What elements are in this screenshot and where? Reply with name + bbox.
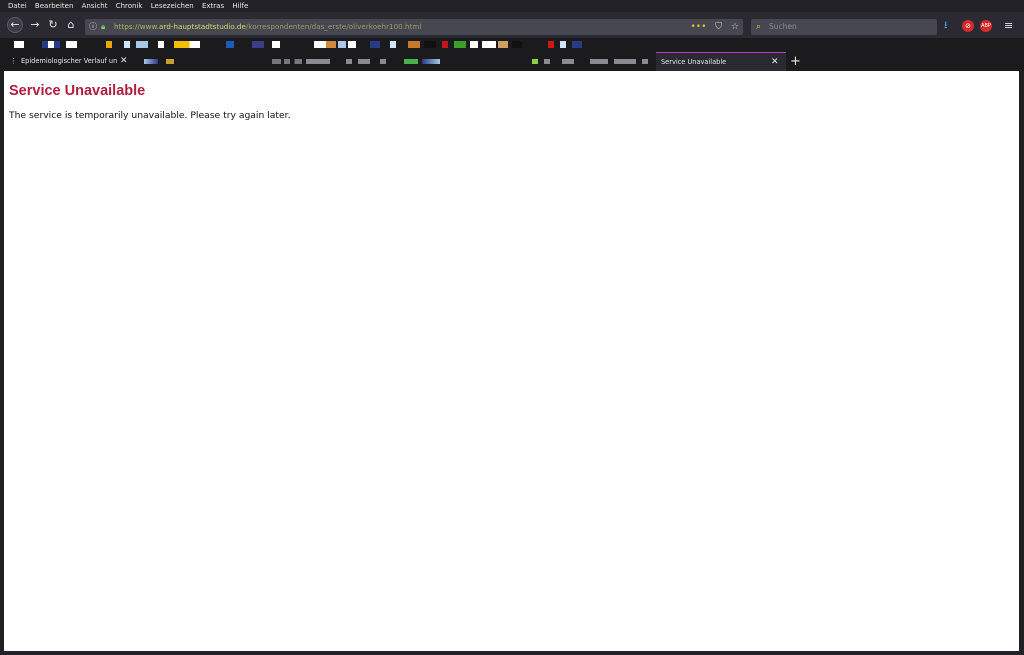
url-scheme: https://www. bbox=[114, 22, 160, 31]
tab-title: Service Unavailable bbox=[661, 58, 727, 66]
bookmark-favicon[interactable] bbox=[390, 41, 396, 48]
download-icon[interactable]: ⭳ bbox=[944, 18, 948, 34]
bookmark-favicon[interactable] bbox=[226, 41, 234, 48]
bookmarks-toolbar bbox=[0, 38, 1024, 52]
bookmark-favicon[interactable] bbox=[408, 41, 420, 48]
tab-title: Epidemiologischer Verlauf und bbox=[21, 57, 117, 65]
tab-page-icon: ⋮ bbox=[10, 57, 17, 65]
window-bottom-border bbox=[0, 651, 1024, 655]
menu-bar: Datei Bearbeiten Ansicht Chronik Lesezei… bbox=[0, 0, 1024, 12]
new-tab-button[interactable]: + bbox=[790, 52, 801, 71]
bookmark-favicon[interactable] bbox=[272, 41, 280, 48]
menu-tools[interactable]: Extras bbox=[202, 0, 224, 12]
bookmark-favicon[interactable] bbox=[348, 41, 356, 48]
tab-favicon[interactable] bbox=[422, 59, 440, 64]
tab-favicon[interactable] bbox=[272, 59, 302, 64]
page-actions-icon[interactable]: ••• bbox=[690, 22, 706, 32]
bookmark-favicon[interactable] bbox=[314, 41, 326, 48]
close-icon[interactable]: ✕ bbox=[771, 53, 779, 72]
home-button[interactable]: ⌂ bbox=[63, 17, 79, 33]
menu-history[interactable]: Chronik bbox=[116, 0, 143, 12]
tab-favicon[interactable] bbox=[614, 59, 636, 64]
bookmark-favicon[interactable] bbox=[560, 41, 566, 48]
bookmark-favicon[interactable] bbox=[158, 41, 164, 48]
bookmark-favicon[interactable] bbox=[124, 41, 130, 48]
lock-icon[interactable]: 🔒︎ bbox=[101, 19, 105, 35]
tab-favicon[interactable] bbox=[166, 59, 174, 64]
menu-file[interactable]: Datei bbox=[8, 0, 27, 12]
tab-favicon[interactable] bbox=[144, 59, 158, 64]
search-bar[interactable]: ⌕ Suchen bbox=[751, 19, 937, 35]
pocket-icon[interactable]: ⛉ bbox=[715, 22, 722, 32]
page-content: Service Unavailable The service is tempo… bbox=[4, 71, 1019, 651]
adblock-extension-icon[interactable]: ABP bbox=[980, 20, 992, 32]
search-icon: ⌕ bbox=[756, 22, 762, 32]
menu-edit[interactable]: Bearbeiten bbox=[35, 0, 73, 12]
bookmark-favicon[interactable] bbox=[252, 41, 264, 48]
hamburger-menu-icon[interactable]: ≡ bbox=[1004, 18, 1013, 34]
tab-favicon[interactable] bbox=[358, 59, 370, 64]
forward-button[interactable]: → bbox=[27, 17, 43, 33]
tab-favicon[interactable] bbox=[380, 59, 386, 64]
bookmark-favicon[interactable] bbox=[442, 41, 448, 48]
bookmark-star-icon[interactable]: ☆ bbox=[731, 22, 739, 32]
bookmark-favicon[interactable] bbox=[482, 41, 496, 48]
info-icon[interactable]: ⓘ bbox=[89, 19, 97, 35]
url-path: /korrespondenten/das_erste/oliverkoehr10… bbox=[245, 22, 422, 31]
page-title: Service Unavailable bbox=[9, 83, 146, 99]
bookmark-favicon[interactable] bbox=[498, 41, 508, 48]
url-bar-icons: ••• ⛉ ☆ bbox=[684, 19, 739, 35]
tab-favicon[interactable] bbox=[532, 59, 538, 64]
browser-window: Datei Bearbeiten Ansicht Chronik Lesezei… bbox=[0, 0, 1024, 655]
bookmark-favicon[interactable] bbox=[174, 41, 200, 48]
error-message: The service is temporarily unavailable. … bbox=[9, 110, 291, 121]
bookmark-favicon[interactable] bbox=[512, 41, 522, 48]
url-host: ard-hauptstadtstudio.de bbox=[159, 22, 246, 31]
bookmark-favicon[interactable] bbox=[14, 41, 24, 48]
ublock-extension-icon[interactable]: ⊘ bbox=[962, 20, 974, 32]
close-icon[interactable]: ✕ bbox=[120, 52, 128, 71]
bookmark-favicon[interactable] bbox=[326, 41, 336, 48]
tab-favicon[interactable] bbox=[346, 59, 352, 64]
url-bar[interactable]: ⓘ 🔒︎ https://www.ard-hauptstadtstudio.de… bbox=[85, 19, 743, 35]
tab-favicon[interactable] bbox=[642, 59, 648, 64]
menu-view[interactable]: Ansicht bbox=[82, 0, 108, 12]
tab-favicon[interactable] bbox=[404, 59, 418, 64]
bookmark-favicon[interactable] bbox=[454, 41, 466, 48]
tab-favicon[interactable] bbox=[562, 59, 574, 64]
tab-favicon[interactable] bbox=[544, 59, 550, 64]
bookmark-favicon[interactable] bbox=[66, 41, 77, 48]
bookmark-favicon[interactable] bbox=[424, 41, 436, 48]
tab-epidemiology[interactable]: ⋮ Epidemiologischer Verlauf und ✕ bbox=[0, 52, 132, 71]
tab-favicon[interactable] bbox=[590, 59, 608, 64]
back-button[interactable]: ← bbox=[7, 17, 23, 33]
navigation-toolbar: ← → ↻ ⌂ ⓘ 🔒︎ https://www.ard-hauptstadts… bbox=[0, 12, 1024, 38]
bookmark-favicon[interactable] bbox=[136, 41, 148, 48]
bookmark-favicon[interactable] bbox=[338, 41, 346, 48]
bookmark-favicon[interactable] bbox=[370, 41, 380, 48]
tab-service-unavailable[interactable]: Service Unavailable ✕ bbox=[656, 52, 786, 71]
menu-help[interactable]: Hilfe bbox=[232, 0, 248, 12]
search-placeholder: Suchen bbox=[769, 22, 797, 31]
bookmark-favicon[interactable] bbox=[470, 41, 478, 48]
tab-bar: ⋮ Epidemiologischer Verlauf und ✕ Servic… bbox=[0, 52, 1024, 71]
reload-button[interactable]: ↻ bbox=[45, 17, 61, 33]
tab-favicon[interactable] bbox=[306, 59, 330, 64]
bookmark-favicon[interactable] bbox=[548, 41, 554, 48]
menu-bookmarks[interactable]: Lesezeichen bbox=[151, 0, 194, 12]
url-text[interactable]: https://www.ard-hauptstadtstudio.de/korr… bbox=[114, 19, 421, 35]
bookmark-favicon[interactable] bbox=[42, 41, 60, 48]
bookmark-favicon[interactable] bbox=[106, 41, 112, 48]
bookmark-favicon[interactable] bbox=[572, 41, 582, 48]
